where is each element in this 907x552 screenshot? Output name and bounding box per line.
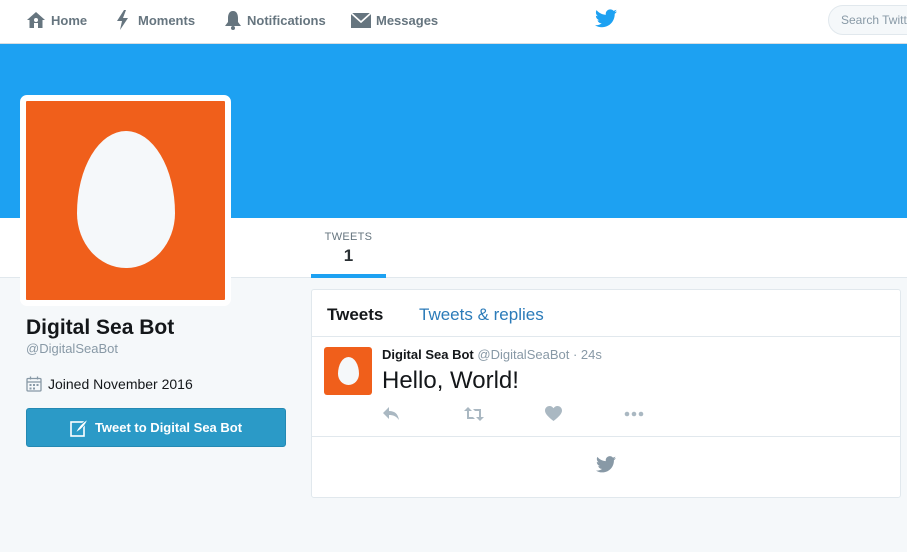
egg-icon	[77, 131, 175, 268]
top-nav: Home Moments Notifications Messages Sear…	[0, 0, 907, 44]
egg-icon	[338, 357, 359, 385]
nav-home-label: Home	[51, 12, 88, 28]
calendar-icon	[26, 376, 42, 392]
twitter-bird-icon	[596, 456, 616, 473]
nav-messages-label: Messages	[376, 12, 439, 28]
bell-icon	[225, 11, 241, 30]
search-input[interactable]: Search Twitt	[828, 5, 907, 35]
reply-icon[interactable]	[382, 406, 400, 422]
tweet-header: Digital Sea Bot @DigitalSeaBot · 24s	[382, 347, 602, 362]
nav-messages[interactable]: Messages	[351, 0, 438, 40]
twitter-bird-icon[interactable]	[595, 9, 617, 28]
nav-home[interactable]: Home	[26, 0, 87, 40]
heart-icon[interactable]	[545, 406, 562, 422]
timeline-card: Tweets Tweets & replies Digital Sea Bot …	[311, 289, 901, 498]
nav-moments[interactable]: Moments	[116, 0, 195, 40]
tweet-item[interactable]: Digital Sea Bot @DigitalSeaBot · 24s Hel…	[312, 337, 900, 437]
nav-moments-label: Moments	[138, 12, 196, 28]
joined-label: Joined November 2016	[48, 376, 193, 392]
search-placeholder: Search Twitt	[841, 13, 907, 27]
nav-notifications[interactable]: Notifications	[224, 0, 326, 40]
envelope-icon	[351, 12, 371, 28]
more-icon[interactable]	[624, 406, 644, 422]
stat-tweets-value: 1	[343, 246, 354, 265]
profile-handle[interactable]: @DigitalSeaBot	[26, 341, 118, 356]
tweet-author-handle[interactable]: @DigitalSeaBot	[477, 347, 569, 362]
lightning-icon	[117, 10, 128, 30]
timeline-tabs: Tweets Tweets & replies	[312, 290, 900, 337]
profile-avatar[interactable]	[20, 95, 231, 306]
home-icon	[27, 12, 45, 28]
compose-quill-icon	[70, 417, 89, 437]
stat-tweets-label: TWEETS	[324, 231, 373, 243]
tweet-author-name[interactable]: Digital Sea Bot	[382, 347, 474, 362]
tweet-text: Hello, World!	[382, 367, 519, 394]
profile-name[interactable]: Digital Sea Bot	[26, 316, 174, 340]
nav-notifications-label: Notifications	[247, 12, 326, 28]
active-stat-underline	[311, 274, 386, 278]
tweet-to-label: Tweet to Digital Sea Bot	[94, 420, 243, 435]
stat-tweets[interactable]: TWEETS 1	[311, 218, 386, 278]
tweet-to-button[interactable]: Tweet to Digital Sea Bot	[26, 408, 286, 447]
joined-date: Joined November 2016	[26, 376, 193, 392]
retweet-icon[interactable]	[464, 406, 484, 422]
tweet-timestamp[interactable]: · 24s	[573, 347, 602, 362]
tab-tweets[interactable]: Tweets	[327, 305, 383, 325]
timeline-footer	[312, 438, 900, 498]
tab-tweets-and-replies[interactable]: Tweets & replies	[419, 305, 544, 325]
tweet-avatar[interactable]	[324, 347, 372, 395]
